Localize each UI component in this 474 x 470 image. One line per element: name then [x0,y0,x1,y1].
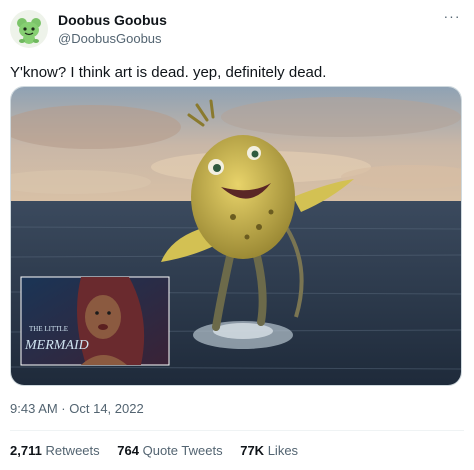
inset-logo-line2: MERMAID [24,338,89,353]
avatar[interactable] [10,10,48,48]
retweets-stat[interactable]: 2,711 Retweets [10,443,100,458]
likes-label: Likes [267,443,299,458]
user-handle[interactable]: @DoobusGoobus [58,31,162,46]
tweet-stats: 2,711 Retweets 764 Quote Tweets 77K Like… [10,443,312,458]
quote-tweets-stat[interactable]: 764 Quote Tweets [117,443,222,458]
tweet-timestamp[interactable]: 9:43 AM · Oct 14, 2022 [10,401,144,416]
retweets-count: 2,711 [10,443,42,458]
divider [10,430,464,431]
display-name[interactable]: Doobus Goobus [58,12,167,28]
green-creature-avatar-icon [10,10,48,48]
quote-tweets-count: 764 [117,443,139,458]
quote-tweets-label: Quote Tweets [142,443,223,458]
inset-logo-line1: THE LITTLE [29,325,68,333]
likes-stat[interactable]: 77K Likes [240,443,298,458]
likes-count: 77K [240,443,265,458]
tweet-text: Y'know? I think art is dead. yep, defini… [10,64,327,81]
more-options-icon[interactable]: ··· [442,8,462,24]
retweets-label: Retweets [45,443,100,458]
fish-creature-image: THE LITTLE MERMAID [11,87,461,385]
tweet-media[interactable]: THE LITTLE MERMAID [10,86,462,386]
tweet-card: Doobus Goobus @DoobusGoobus ··· Y'know? … [0,0,474,470]
